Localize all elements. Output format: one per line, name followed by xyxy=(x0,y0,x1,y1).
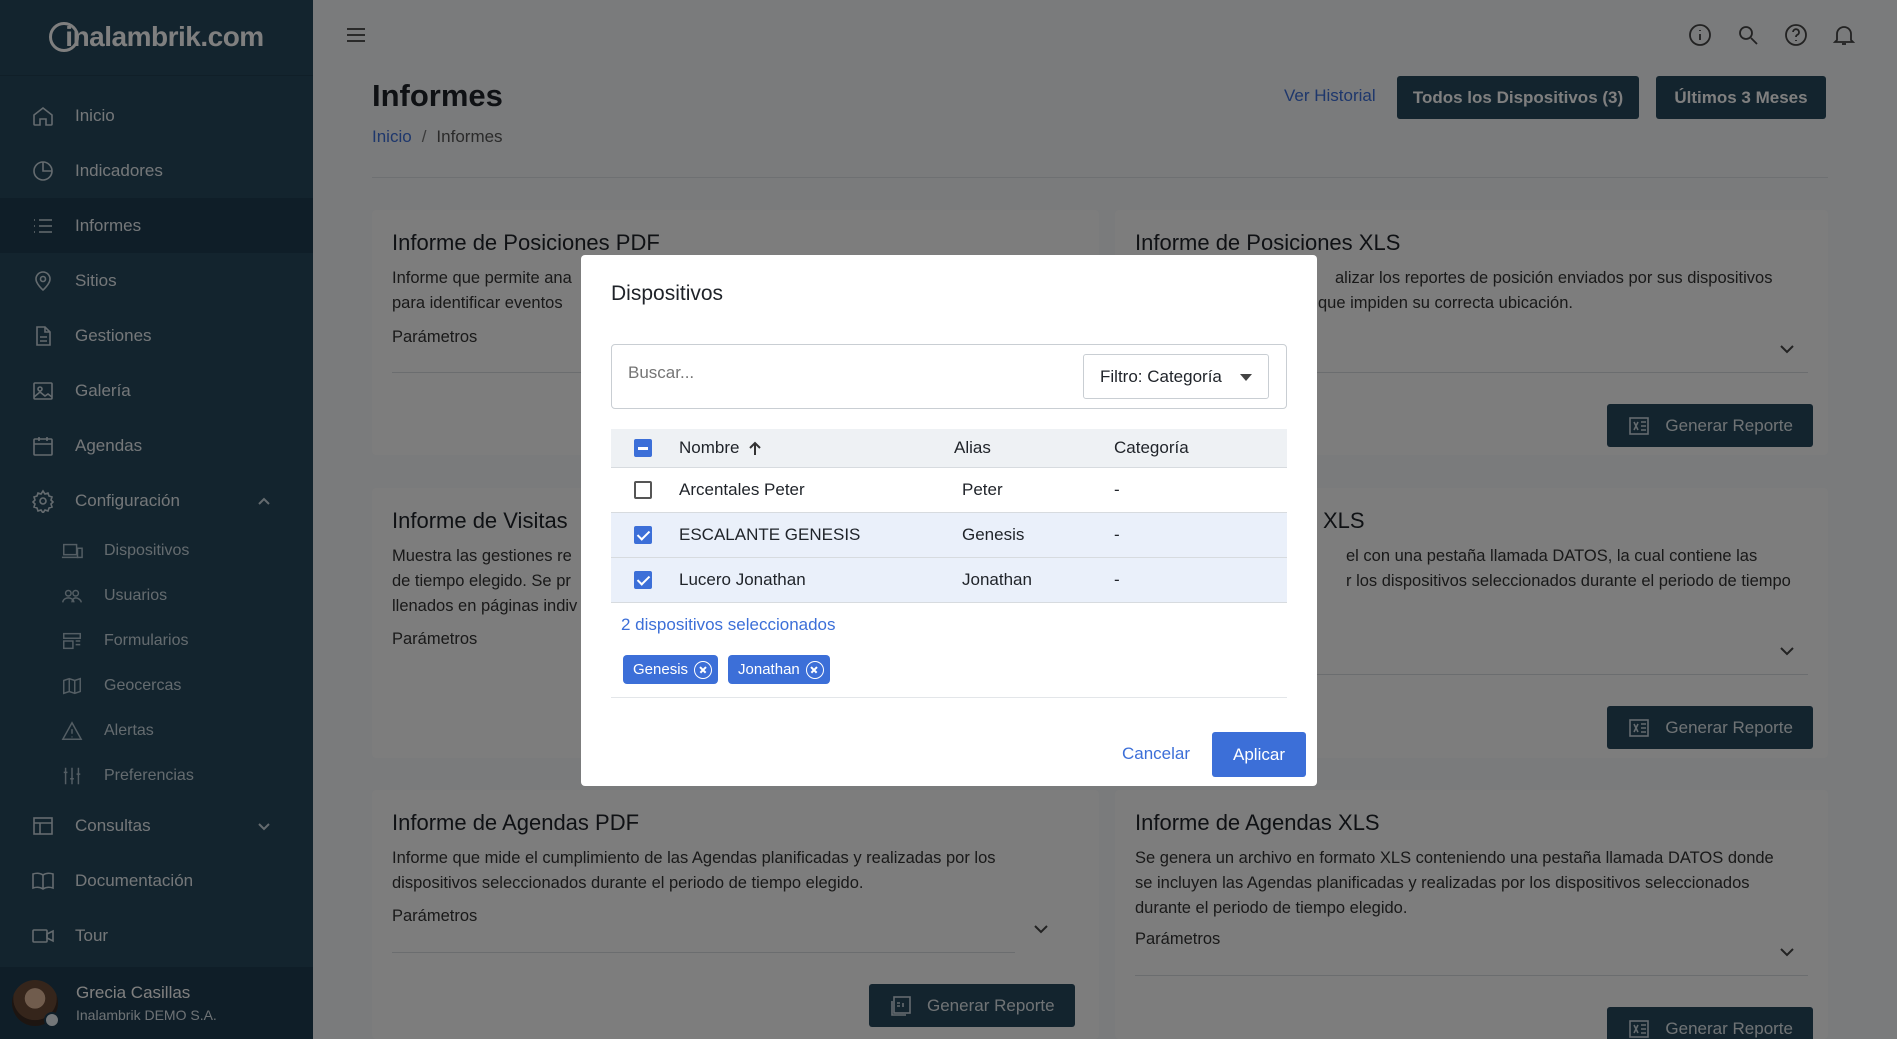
remove-chip-icon[interactable] xyxy=(694,660,713,679)
chip-genesis[interactable]: Genesis xyxy=(623,655,719,684)
row-checkbox[interactable] xyxy=(634,571,652,589)
caret-down-icon xyxy=(1240,374,1252,381)
column-header-alias[interactable]: Alias xyxy=(954,438,991,458)
column-header-category[interactable]: Categoría xyxy=(1114,438,1189,458)
selected-chips: Genesis Jonathan xyxy=(623,655,830,684)
table-row[interactable]: Lucero Jonathan Jonathan - xyxy=(611,558,1287,603)
select-all-checkbox[interactable] xyxy=(634,439,652,457)
table-header: Nombre Alias Categoría xyxy=(611,429,1287,468)
table-row[interactable]: ESCALANTE GENESIS Genesis - xyxy=(611,513,1287,558)
search-box: Filtro: Categoría xyxy=(611,344,1287,409)
table-row[interactable]: Arcentales Peter Peter - xyxy=(611,468,1287,513)
category-filter-select[interactable]: Filtro: Categoría xyxy=(1083,354,1269,399)
cancel-button[interactable]: Cancelar xyxy=(1122,744,1190,764)
divider xyxy=(611,697,1287,698)
sort-ascending-icon xyxy=(747,441,763,457)
selected-count[interactable]: 2 dispositivos seleccionados xyxy=(621,615,836,635)
apply-button[interactable]: Aplicar xyxy=(1212,732,1306,777)
chip-jonathan[interactable]: Jonathan xyxy=(728,655,830,684)
row-checkbox[interactable] xyxy=(634,481,652,499)
modal-title: Dispositivos xyxy=(611,282,724,305)
column-header-name[interactable]: Nombre xyxy=(679,438,763,458)
devices-table: Nombre Alias Categoría Arcentales Peter … xyxy=(611,429,1287,603)
row-checkbox[interactable] xyxy=(634,526,652,544)
devices-modal: Dispositivos Filtro: Categoría Nombre Al… xyxy=(581,255,1317,786)
search-input[interactable] xyxy=(628,363,1048,383)
remove-chip-icon[interactable] xyxy=(805,660,824,679)
